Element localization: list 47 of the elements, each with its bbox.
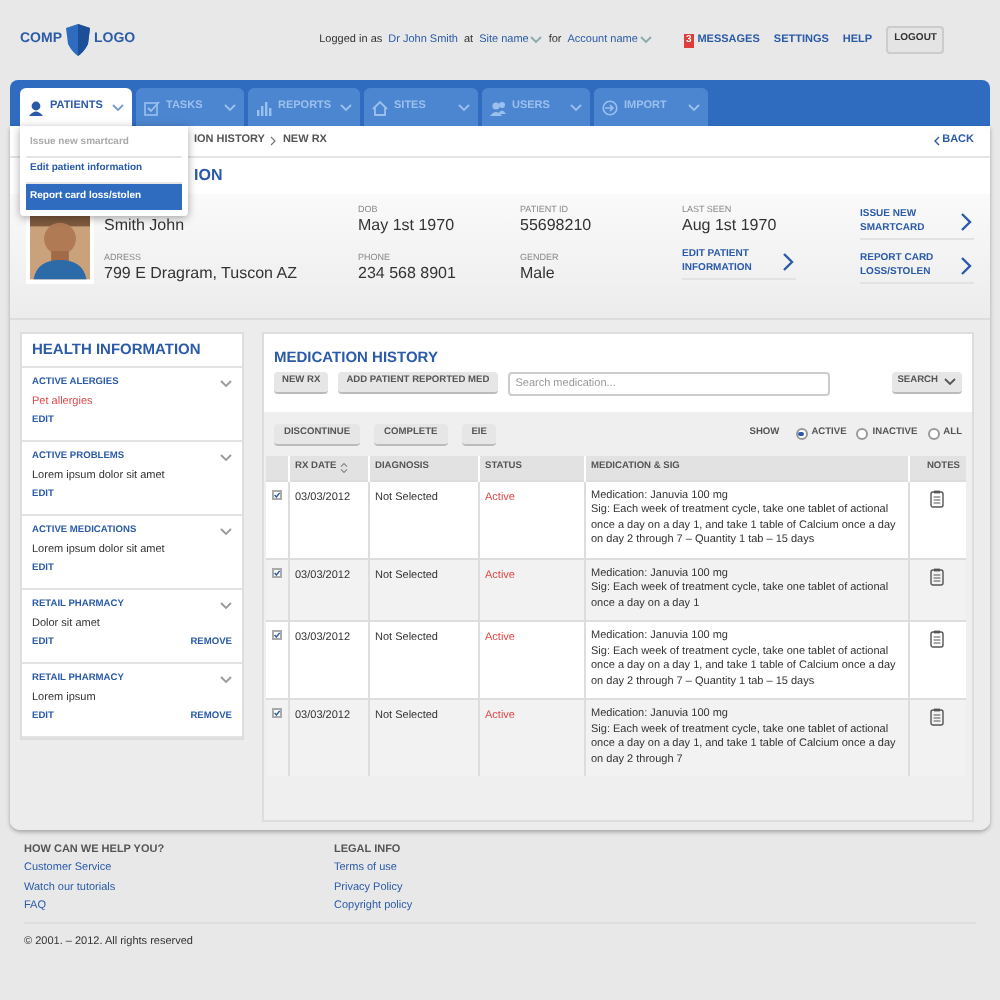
checkbox[interactable]	[272, 489, 282, 499]
chevron-right-icon	[270, 136, 277, 146]
check-icon	[274, 491, 280, 497]
clipboard-icon	[930, 489, 945, 507]
patient-name: Smith John	[104, 216, 187, 236]
caret-icon	[458, 103, 470, 111]
arrow-circle-icon	[602, 99, 618, 115]
field-value: 55698210	[520, 216, 594, 236]
caret-icon	[220, 601, 232, 610]
clipboard-icon	[930, 708, 945, 726]
clipboard-icon	[930, 567, 945, 585]
checkbox-icon	[144, 99, 160, 115]
chevron-left-icon	[934, 136, 941, 146]
house-icon	[372, 99, 388, 115]
caret-icon	[340, 103, 352, 111]
check-icon	[274, 632, 280, 638]
section-title: ION	[194, 164, 223, 188]
caret-icon	[220, 453, 232, 462]
chevron-right-icon	[960, 211, 972, 231]
caret-icon	[112, 103, 124, 111]
field-value: 799 E Dragram, Tuscon AZ	[104, 264, 299, 284]
field-value: Aug 1st 1970	[682, 216, 779, 236]
check-icon	[274, 569, 280, 575]
caret-icon	[224, 103, 236, 111]
checkbox[interactable]	[272, 630, 282, 640]
caret-icon	[220, 527, 232, 536]
clipboard-icon	[930, 630, 945, 648]
bar-chart-icon	[256, 99, 272, 115]
caret-icon	[530, 36, 543, 44]
field-value: 234 568 8901	[358, 264, 458, 284]
caret-icon	[220, 675, 232, 684]
caret-icon	[688, 103, 700, 111]
caret-icon	[570, 103, 582, 111]
sort-icon	[340, 461, 349, 474]
field-value: Male	[520, 264, 557, 284]
chevron-right-icon	[960, 255, 972, 275]
checkbox[interactable]	[272, 567, 282, 577]
caret-icon	[220, 379, 232, 388]
caret-icon	[944, 378, 956, 386]
users-icon	[490, 99, 506, 115]
caret-icon	[639, 36, 652, 44]
checkbox[interactable]	[272, 708, 282, 718]
person-icon	[28, 99, 44, 115]
chevron-right-icon	[782, 251, 794, 271]
field-value: May 1st 1970	[358, 216, 457, 236]
check-icon	[274, 710, 280, 716]
shield-logo-icon	[64, 22, 92, 58]
